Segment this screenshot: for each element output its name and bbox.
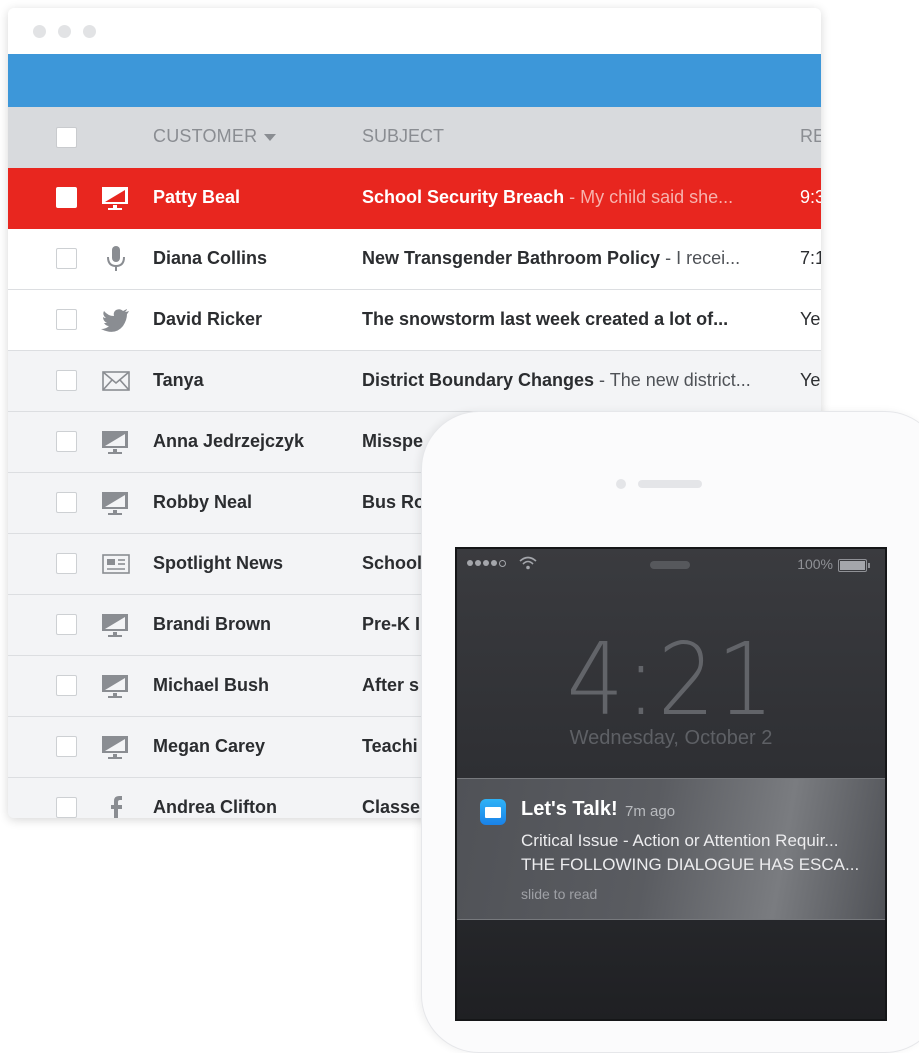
table-row[interactable]: David Ricker The snowstorm last week cre… [8, 290, 821, 351]
row-checkbox[interactable] [56, 309, 77, 330]
row-checkbox[interactable] [56, 614, 77, 635]
row-checkbox[interactable] [56, 553, 77, 574]
lock-screen: 100% 4:21 Wednesday, October 2 Let's Tal… [455, 547, 887, 1021]
app-header-bar [8, 54, 821, 107]
customer-name: Brandi Brown [153, 614, 272, 634]
row-checkbox[interactable] [56, 370, 77, 391]
row-checkbox[interactable] [56, 431, 77, 452]
mail-app-icon [480, 799, 506, 825]
microphone-icon [99, 245, 133, 273]
window-dot-close[interactable] [33, 25, 46, 38]
phone-camera [616, 479, 626, 489]
window-dot-minimize[interactable] [58, 25, 71, 38]
wifi-icon [519, 556, 537, 570]
notch-pill [650, 561, 690, 569]
slide-to-read-hint[interactable]: slide to read [521, 886, 597, 902]
window-dot-maximize[interactable] [83, 25, 96, 38]
message-subject: School Security Breach - My child said s… [362, 187, 734, 207]
customer-name: Diana Collins [153, 248, 268, 268]
signal-icon [467, 560, 506, 567]
facebook-icon [99, 794, 133, 818]
notification-banner[interactable]: Let's Talk! 7m ago Critical Issue - Acti… [457, 778, 885, 920]
monitor-icon [99, 672, 133, 700]
notification-time: 7m ago [625, 803, 676, 820]
battery-icon [838, 559, 870, 572]
customer-name: Megan Carey [153, 736, 266, 756]
customer-name: Patty Beal [153, 187, 241, 207]
message-subject: New Transgender Bathroom Policy - I rece… [362, 248, 741, 268]
customer-name: Tanya [153, 370, 204, 390]
lock-clock: 4:21 [566, 621, 776, 738]
row-checkbox[interactable] [56, 736, 77, 757]
customer-name: Anna Jedrzejczyk [153, 431, 305, 451]
envelope-icon [99, 367, 133, 395]
row-checkbox[interactable] [56, 675, 77, 696]
table-row[interactable]: Patty Beal School Security Breach - My c… [8, 168, 821, 229]
column-header-received[interactable]: RE [800, 126, 821, 147]
status-bar: 100% [457, 549, 885, 579]
monitor-icon [99, 428, 133, 456]
customer-name: Spotlight News [153, 553, 283, 573]
received-time: Ye [800, 370, 821, 390]
column-header-subject[interactable]: SUBJECT [362, 126, 444, 147]
notification-app-name: Let's Talk! [521, 798, 618, 820]
row-checkbox[interactable] [56, 187, 77, 208]
newspaper-icon [99, 550, 133, 578]
customer-name: David Ricker [153, 309, 263, 329]
window-titlebar [8, 8, 821, 54]
notification-body: THE FOLLOWING DIALOGUE HAS ESCA... [521, 855, 860, 874]
customer-name: Michael Bush [153, 675, 270, 695]
twitter-icon [99, 306, 133, 334]
select-all-checkbox[interactable] [56, 127, 77, 148]
received-time: 7:1 [800, 248, 821, 268]
received-time: Ye [800, 309, 821, 329]
lock-date: Wednesday, October 2 [569, 727, 773, 749]
monitor-icon [99, 611, 133, 639]
row-checkbox[interactable] [56, 248, 77, 269]
table-row[interactable]: Tanya District Boundary Changes - The ne… [8, 351, 821, 412]
table-header: CUSTOMER SUBJECT RE [8, 107, 821, 168]
battery-percent: 100% [797, 556, 833, 572]
column-header-customer[interactable]: CUSTOMER [153, 126, 257, 147]
customer-name: Andrea Clifton [153, 797, 277, 817]
message-subject: The snowstorm last week created a lot of… [362, 309, 729, 329]
phone-speaker [638, 480, 702, 488]
customer-name: Robby Neal [153, 492, 253, 512]
received-time: 9:3 [800, 187, 821, 207]
row-checkbox[interactable] [56, 797, 77, 818]
monitor-icon [99, 184, 133, 212]
sort-caret-icon[interactable] [264, 134, 276, 141]
notification-title: Critical Issue - Action or Attention Req… [521, 831, 839, 850]
table-row[interactable]: Diana Collins New Transgender Bathroom P… [8, 229, 821, 290]
monitor-icon [99, 733, 133, 761]
row-checkbox[interactable] [56, 492, 77, 513]
monitor-icon [99, 489, 133, 517]
message-subject: District Boundary Changes - The new dist… [362, 370, 751, 390]
